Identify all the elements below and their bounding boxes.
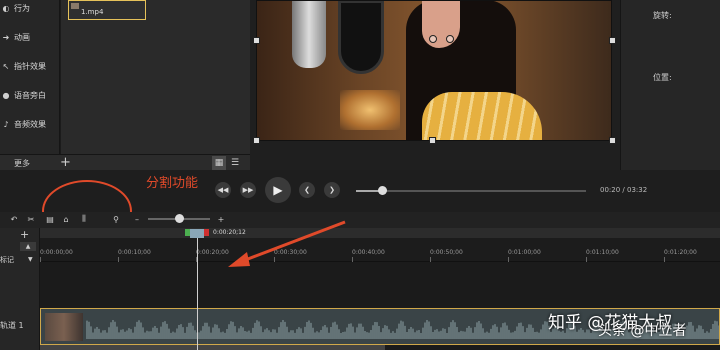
annotation-arrow xyxy=(228,220,346,267)
watermark-overlay: 头条 @中立者 xyxy=(598,320,686,340)
watermark-overlay-text: 头条 @中立者 xyxy=(598,323,687,339)
